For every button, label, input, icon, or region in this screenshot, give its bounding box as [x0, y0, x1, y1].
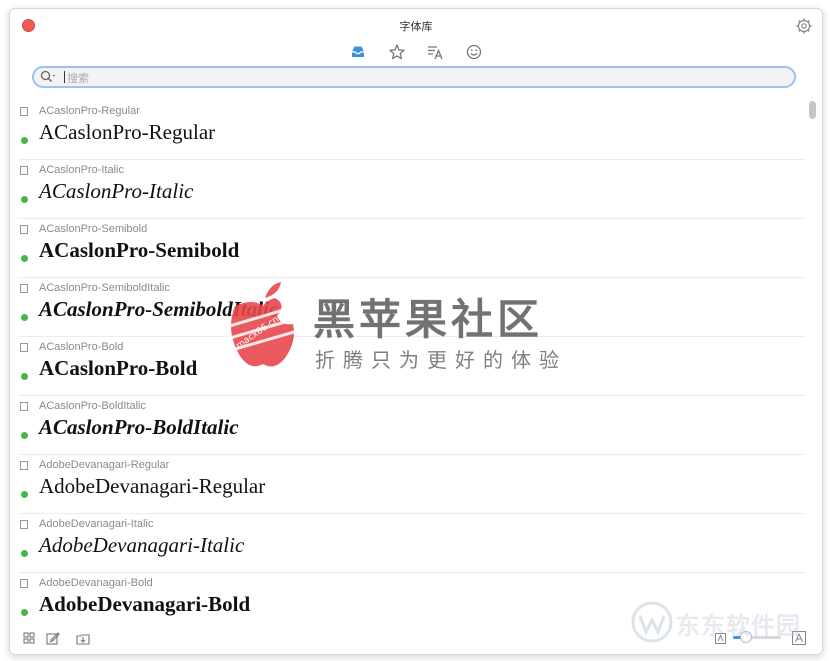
font-file-icon — [20, 343, 28, 352]
font-file-icon — [20, 579, 28, 588]
font-active-indicator — [21, 609, 28, 616]
font-row[interactable]: AdobeDevanagari-Italic AdobeDevanagari-It… — [18, 514, 805, 573]
font-file-icon — [20, 225, 28, 234]
search-icon[interactable] — [40, 70, 56, 84]
font-active-indicator — [21, 373, 28, 380]
font-name-label: AdobeDevanagari-Regular — [39, 459, 170, 471]
edit-icon[interactable] — [46, 631, 60, 645]
smiley-icon[interactable] — [465, 43, 483, 61]
font-file-icon — [20, 520, 28, 529]
font-name-label: ACaslonPro-Bold — [39, 341, 124, 353]
font-preview: AdobeDevanagari-Italic — [39, 533, 245, 557]
gear-icon[interactable] — [796, 18, 812, 34]
titlebar: 字体库 搜索 — [10, 9, 822, 99]
font-row[interactable]: ACaslonPro-Italic ACaslonPro-Italic — [18, 160, 805, 219]
font-row[interactable]: ACaslonPro-Semibold ACaslonPro-Semibold — [18, 219, 805, 278]
font-file-icon — [20, 107, 28, 116]
font-file-icon — [20, 461, 28, 470]
font-active-indicator — [21, 432, 28, 439]
star-icon[interactable] — [388, 43, 406, 61]
font-active-indicator — [21, 314, 28, 321]
scrollbar[interactable] — [809, 101, 816, 621]
font-preview: ACaslonPro-SemiboldItalic — [39, 297, 279, 321]
search-field[interactable]: 搜索 — [32, 66, 796, 88]
font-name-label: AdobeDevanagari-Italic — [39, 518, 154, 530]
font-active-indicator — [21, 491, 28, 498]
font-active-indicator — [21, 196, 28, 203]
font-preview: AdobeDevanagari-Bold — [39, 592, 251, 616]
font-size-small-icon[interactable] — [715, 633, 726, 644]
grid-icon[interactable] — [22, 631, 36, 645]
font-preview: ACaslonPro-BoldItalic — [39, 415, 239, 439]
window-title: 字体库 — [399, 20, 433, 33]
import-icon[interactable] — [76, 631, 90, 645]
view-toolbar — [10, 43, 822, 63]
font-name-label: ACaslonPro-Italic — [39, 164, 124, 176]
font-row[interactable]: AdobeDevanagari-Regular AdobeDevanagari-R… — [18, 455, 805, 514]
font-active-indicator — [21, 255, 28, 262]
search-placeholder: 搜索 — [67, 72, 89, 85]
font-active-indicator — [21, 137, 28, 144]
font-row[interactable]: ACaslonPro-Bold ACaslonPro-Bold — [18, 337, 805, 396]
font-name-label: AdobeDevanagari-Bold — [39, 577, 153, 589]
bottom-bar — [10, 623, 822, 654]
font-row[interactable]: ACaslonPro-BoldItalic ACaslonPro-BoldItal… — [18, 396, 805, 455]
font-name-label: ACaslonPro-SemiboldItalic — [39, 282, 170, 294]
font-preview: ACaslonPro-Semibold — [39, 238, 240, 262]
font-size-slider-knob[interactable] — [740, 631, 752, 643]
font-name-label: ACaslonPro-Semibold — [39, 223, 148, 235]
font-name-label: ACaslonPro-Regular — [39, 105, 140, 117]
font-name-label: ACaslonPro-BoldItalic — [39, 400, 146, 412]
app-window: 字体库 搜索 ACaslonPro-Regular ACaslonPro-Reg… — [9, 8, 823, 655]
text-format-icon[interactable] — [426, 43, 444, 61]
font-list[interactable]: ACaslonPro-Regular ACaslonPro-Regular ACas… — [10, 101, 805, 621]
font-row[interactable]: ACaslonPro-SemiboldItalic ACaslonPro-Semi… — [18, 278, 805, 337]
font-size-large-icon[interactable] — [792, 631, 806, 645]
font-row[interactable]: ACaslonPro-Regular ACaslonPro-Regular — [18, 101, 805, 160]
font-preview: ACaslonPro-Regular — [39, 120, 216, 144]
text-caret — [64, 71, 65, 83]
font-preview: ACaslonPro-Bold — [39, 356, 198, 380]
font-active-indicator — [21, 550, 28, 557]
inbox-icon[interactable] — [349, 43, 367, 61]
font-preview: AdobeDevanagari-Regular — [39, 474, 266, 498]
scrollbar-thumb[interactable] — [809, 101, 816, 119]
font-file-icon — [20, 166, 28, 175]
font-preview: ACaslonPro-Italic — [39, 179, 194, 203]
font-file-icon — [20, 402, 28, 411]
font-row[interactable]: AdobeDevanagari-Bold AdobeDevanagari-Bold — [18, 573, 805, 621]
font-file-icon — [20, 284, 28, 293]
